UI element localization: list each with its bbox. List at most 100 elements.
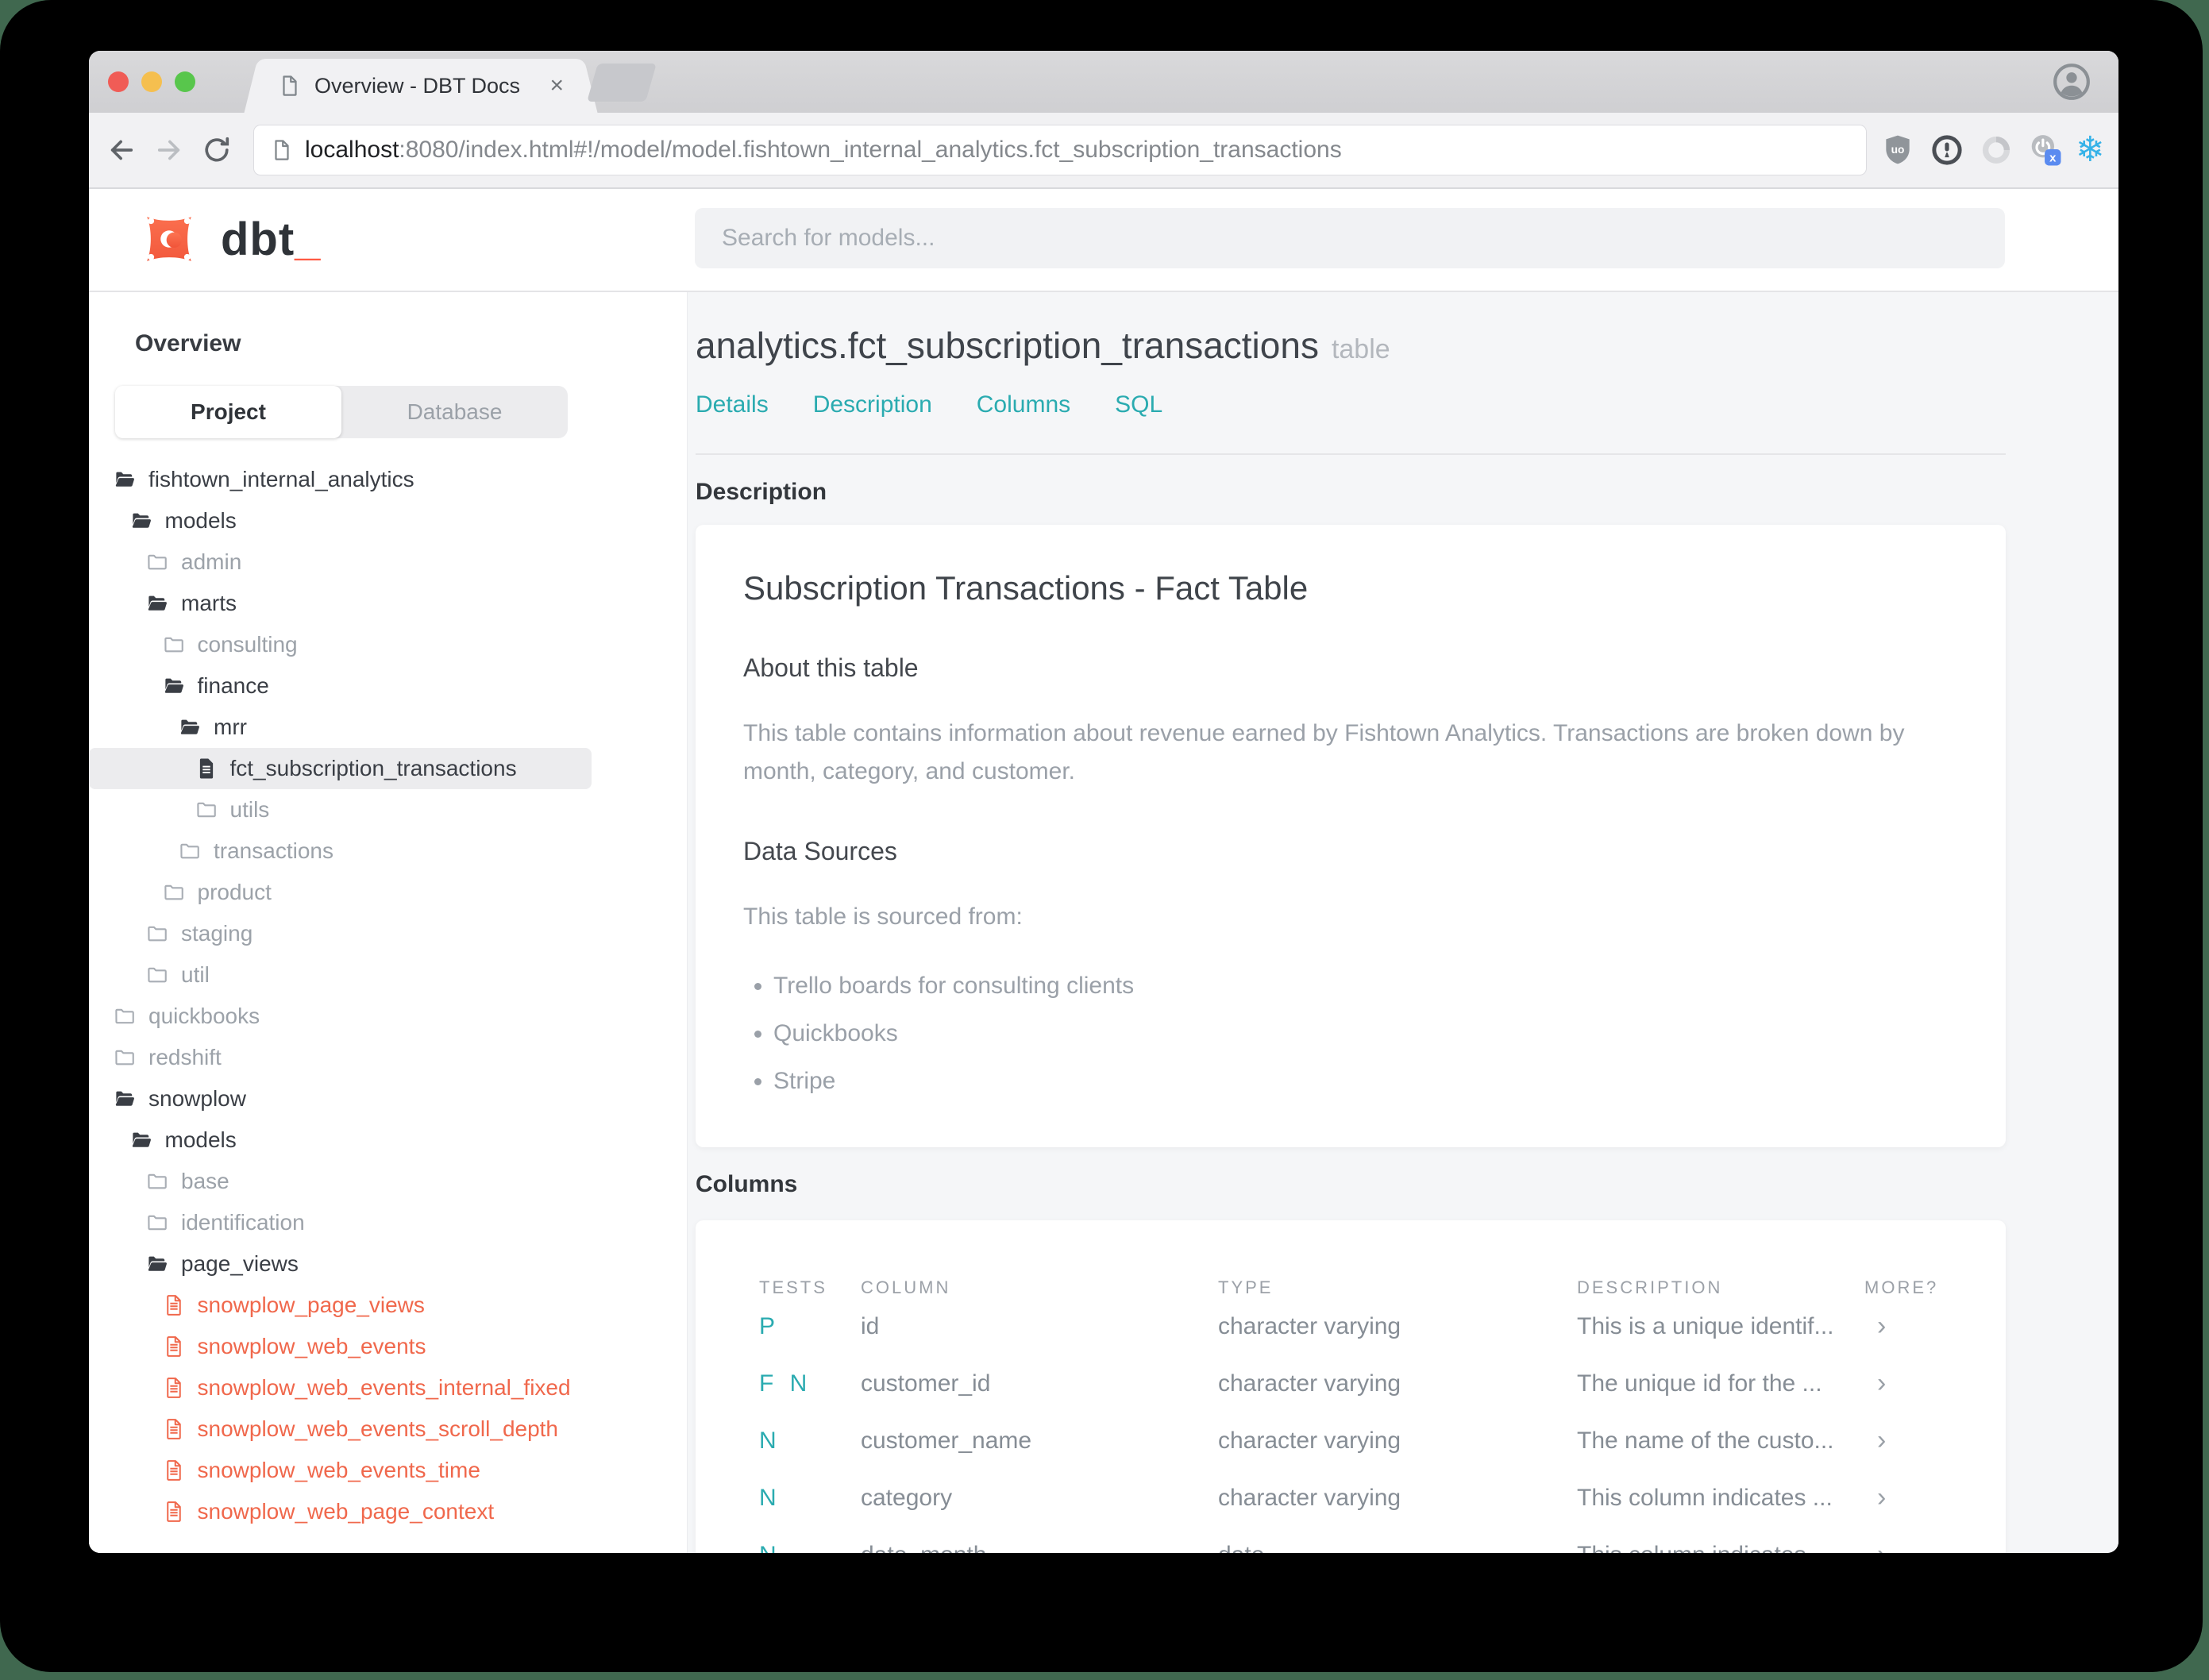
column-row-customer_id[interactable]: F N customer_id character varying The uniqu… [759,1355,1958,1412]
file-icon [162,1376,186,1400]
about-heading: About this table [743,653,919,682]
page-title-suffix: table [1331,334,1390,364]
folder-open-icon [145,1252,169,1276]
tree-item-label: models [164,508,237,533]
tree-item-finance[interactable]: finance [89,665,592,707]
column-row-customer_name[interactable]: Ncustomer_name character varying The name … [759,1412,1958,1470]
url-text: localhost:8080/index.html#!/model/model.… [305,137,1342,164]
dbt-logo[interactable]: dbt_ [135,205,321,273]
ublock-extension-icon[interactable]: uo [1880,133,1915,168]
folder-open-icon [113,468,137,491]
file-icon [162,1293,186,1317]
address-bar[interactable]: localhost:8080/index.html#!/model/model.… [254,125,1866,175]
sources-intro: This table is sourced from: [743,903,1023,930]
tree-item-models[interactable]: models [89,1119,592,1161]
column-row-date_month[interactable]: Ndate_monthdateThis column indicates ...… [759,1527,1958,1553]
tree-item-fct_subscription_transactions[interactable]: fct_subscription_transactions [89,748,592,789]
folder-icon [145,1169,169,1193]
onepassword-extension-icon[interactable] [1930,133,1964,168]
folder-open-icon [162,674,186,698]
browser-tab[interactable]: Overview - DBT Docs × [264,59,578,113]
columns-card: TESTS COLUMN TYPE DESCRIPTION MORE? Pid chara… [696,1220,2006,1553]
close-window-button[interactable] [108,71,129,92]
expand-row-chevron-icon[interactable]: › [1864,1539,1958,1553]
expand-row-chevron-icon[interactable]: › [1864,1482,1958,1513]
tree-item-transactions[interactable]: transactions [89,830,592,872]
tree-item-snowplow_web_events_scroll_depth[interactable]: snowplow_web_events_scroll_depth [89,1408,592,1450]
column-type: character varying [1218,1427,1401,1454]
column-description: This is a unique identif... [1577,1312,1834,1339]
tree-item-identification[interactable]: identification [89,1202,592,1243]
tree-item-mrr[interactable]: mrr [89,707,592,748]
browser-tab-strip: Overview - DBT Docs × [89,51,2118,113]
tree-item-utils[interactable]: utils [89,789,592,830]
tree-item-marts[interactable]: marts [89,583,592,624]
tree-item-snowplow_web_events_internal_fixed[interactable]: snowplow_web_events_internal_fixed [89,1367,592,1408]
browser-profile-avatar[interactable] [2052,62,2091,102]
column-row-id[interactable]: Pid character varying This is a unique ide… [759,1298,1958,1355]
expand-row-chevron-icon[interactable]: › [1864,1311,1958,1342]
tree-item-label: snowplow_page_views [197,1293,425,1317]
tree-item-base[interactable]: base [89,1161,592,1202]
zoom-window-button[interactable] [175,71,195,92]
tests-badges: N [759,1427,781,1454]
power-extension-icon[interactable]: x [2028,133,2063,168]
folder-icon [178,839,202,863]
tree-item-label: page_views [181,1251,299,1276]
tree-item-util[interactable]: util [89,954,592,996]
columns-section-label: Columns [696,1170,798,1197]
column-header-more: MORE? [1864,1277,1939,1297]
tree-item-quickbooks[interactable]: quickbooks [89,996,592,1037]
column-type: character varying [1218,1484,1401,1511]
tree-item-snowplow_web_page_context[interactable]: snowplow_web_page_context [89,1491,592,1532]
tree-item-snowplow_page_views[interactable]: snowplow_page_views [89,1285,592,1326]
column-name: customer_id [861,1370,991,1397]
tab-database[interactable]: Database [341,386,568,438]
folder-open-icon [129,1128,153,1152]
tree-item-models[interactable]: models [89,500,592,541]
expand-row-chevron-icon[interactable]: › [1864,1425,1958,1456]
tree-item-page_views[interactable]: page_views [89,1243,592,1285]
folder-icon [145,1211,169,1235]
folder-open-icon [113,1087,137,1111]
tab-description[interactable]: Description [813,391,932,418]
tree-item-staging[interactable]: staging [89,913,592,954]
tab-sql[interactable]: SQL [1115,391,1162,418]
column-description: This column indicates ... [1577,1542,1864,1553]
swirl-extension-icon[interactable] [1979,133,2014,168]
tree-item-snowplow_web_events[interactable]: snowplow_web_events [89,1326,592,1367]
tree-item-redshift[interactable]: redshift [89,1037,592,1078]
tab-project[interactable]: Project [115,386,341,438]
column-row-category[interactable]: Ncategory character varying This column in… [759,1470,1958,1527]
tree-item-fishtown_internal_analytics[interactable]: fishtown_internal_analytics [89,459,592,500]
tab-columns[interactable]: Columns [977,391,1070,418]
search-input[interactable] [695,208,2005,268]
screen-frame: Overview - DBT Docs × localhost:8080/ind… [0,0,2203,1672]
tree-item-product[interactable]: product [89,872,592,913]
column-name: category [861,1484,953,1511]
file-icon [162,1335,186,1358]
new-tab-button[interactable] [587,64,657,102]
reload-button[interactable] [200,133,233,167]
forward-button[interactable] [152,133,186,167]
folder-open-icon [145,591,169,615]
tree-item-snowplow[interactable]: snowplow [89,1078,592,1119]
minimize-window-button[interactable] [141,71,162,92]
tree-item-consulting[interactable]: consulting [89,624,592,665]
tree-item-snowplow_web_events_time[interactable]: snowplow_web_events_time [89,1450,592,1491]
folder-icon [113,1046,137,1069]
close-tab-icon[interactable]: × [549,72,564,99]
tab-details[interactable]: Details [696,391,769,418]
file-icon [162,1458,186,1482]
snowflake-extension-icon[interactable]: ❄ [2076,133,2105,168]
folder-open-icon [178,715,202,739]
expand-row-chevron-icon[interactable]: › [1864,1368,1958,1399]
tree-item-label: models [164,1127,237,1152]
tests-badges: F N [759,1370,812,1397]
tree-item-label: base [181,1169,229,1193]
divider [696,453,2006,455]
back-button[interactable] [105,133,138,167]
main-panel: analytics.fct_subscription_transactions t… [688,292,2118,1553]
tree-item-label: snowplow_web_events [197,1334,426,1358]
tree-item-admin[interactable]: admin [89,541,592,583]
